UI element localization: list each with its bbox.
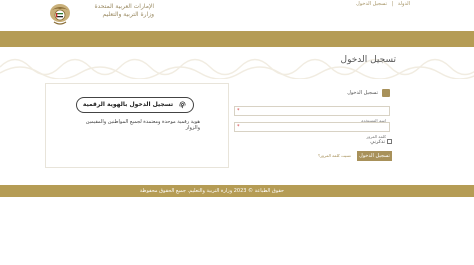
uaepass-button-label: تسجيل الدخول بالهوية الرقمية xyxy=(82,101,174,108)
decorative-calligraphy-pattern xyxy=(0,47,474,79)
required-mark: * xyxy=(237,108,240,114)
ministry-name: الإمارات العربية المتحدة وزارة التربية و… xyxy=(74,3,155,19)
nav-link-login[interactable]: تسجيل الدخول xyxy=(356,1,387,7)
remember-checkbox[interactable] xyxy=(387,139,392,144)
uaepass-login-button[interactable]: تسجيل الدخول بالهوية الرقمية xyxy=(76,97,194,113)
login-form-heading: تسجيل الدخول xyxy=(347,90,378,96)
page-title: تسجيل الدخول xyxy=(340,55,396,65)
username-field[interactable]: * xyxy=(234,106,390,125)
uaepass-panel: تسجيل الدخول بالهوية الرقمية هوية رقمية … xyxy=(45,83,229,168)
login-check-icon xyxy=(382,89,390,103)
forgot-password-link[interactable]: نسيت كلمة المرور؟ xyxy=(318,153,351,158)
nav-link-home[interactable]: الدولة xyxy=(398,1,410,7)
login-heading-row: تسجيل الدخول xyxy=(330,89,392,103)
remember-me[interactable]: تذكرني xyxy=(362,138,392,146)
uaepass-description: هوية رقمية موحدة ومعتمدة لجميع المواطنين… xyxy=(85,119,200,131)
login-submit-button[interactable]: تسجيل الدخول xyxy=(357,151,392,161)
remember-label: تذكرني xyxy=(370,139,385,145)
required-mark: * xyxy=(237,124,240,130)
gold-nav-bar xyxy=(0,31,474,47)
copyright-text: حقوق الطباعة © 2023 وزارة التربية والتعل… xyxy=(139,188,284,194)
uae-emblem-icon xyxy=(50,4,70,25)
footer-bar: حقوق الطباعة © 2023 وزارة التربية والتعل… xyxy=(0,185,474,197)
ministry-line-1: الإمارات العربية المتحدة xyxy=(94,3,155,10)
breadcrumb: الدولة | تسجيل الدخول xyxy=(353,1,410,7)
fingerprint-icon xyxy=(179,101,186,109)
nav-separator: | xyxy=(391,1,394,7)
password-field[interactable]: * xyxy=(234,122,390,141)
ministry-line-2: وزارة التربية والتعليم xyxy=(102,11,154,18)
top-header: الإمارات العربية المتحدة وزارة التربية و… xyxy=(0,0,474,31)
